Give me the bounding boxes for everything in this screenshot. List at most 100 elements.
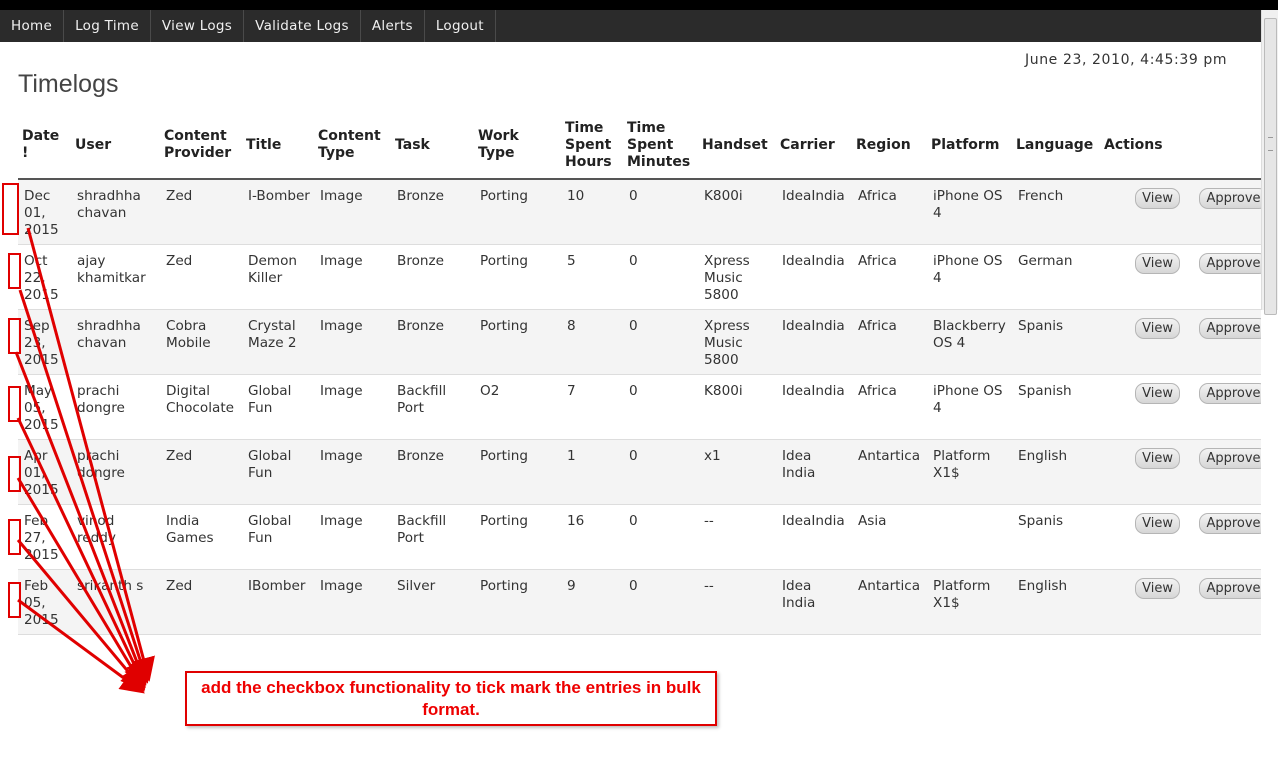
cell-time-hours: 5	[561, 634, 623, 643]
cell-date: Apr 01, 2015	[18, 439, 71, 505]
approve-button[interactable]: Approve	[1199, 318, 1261, 339]
cell-platform: iPhone OS 4	[927, 179, 1012, 245]
cell-region: Asia	[852, 504, 927, 570]
cell-view-action: View	[1100, 374, 1184, 440]
view-button[interactable]: View	[1135, 448, 1180, 469]
cell-approve-action: Approve	[1184, 439, 1261, 505]
view-button[interactable]: View	[1135, 318, 1180, 339]
approve-button[interactable]: Approve	[1199, 253, 1261, 274]
cell-date: Feb 27, 2015	[18, 504, 71, 570]
cell-time-hours: 5	[561, 244, 623, 310]
cell-time-hours: 1	[561, 439, 623, 505]
cell-view-action: View	[1100, 309, 1184, 375]
cell-time-minutes: 0	[623, 504, 698, 570]
cell-carrier: Idea India	[776, 439, 852, 505]
column-header-time-minutes: Time Spent Minutes	[623, 112, 698, 180]
cell-view-action: View	[1100, 179, 1184, 245]
nav-validate-logs[interactable]: Validate Logs	[244, 10, 361, 42]
nav-view-logs[interactable]: View Logs	[151, 10, 245, 42]
checkbox-placeholder-mark	[8, 519, 21, 555]
cell-content-provider: Digital Chocolate	[160, 374, 242, 440]
cell-content-type: Image	[314, 244, 391, 310]
cell-work-type: Porting	[474, 309, 561, 375]
cell-content-type: Image	[314, 504, 391, 570]
cell-title: I-Bomber	[242, 179, 314, 245]
view-button[interactable]: View	[1135, 513, 1180, 534]
cell-time-hours: 10	[561, 179, 623, 245]
cell-date: Feb 05, 2015	[18, 569, 71, 635]
view-button[interactable]: View	[1135, 188, 1180, 209]
cell-content-provider: India	[160, 634, 242, 643]
cell-content-provider: Zed	[160, 569, 242, 635]
cell-handset: --	[698, 504, 776, 570]
cell-handset: Xpress Music 5800	[698, 309, 776, 375]
cell-carrier: IdeaIndia	[776, 504, 852, 570]
cell-view-action: View	[1100, 439, 1184, 505]
cell-approve-action: Approve	[1184, 569, 1261, 635]
cell-handset: Xpress Music 5800	[698, 244, 776, 310]
cell-time-minutes: 0	[623, 309, 698, 375]
approve-button[interactable]: Approve	[1199, 188, 1261, 209]
cell-user: prachi dongre	[71, 374, 160, 440]
view-button[interactable]: View	[1135, 383, 1180, 404]
approve-button[interactable]: Approve	[1199, 383, 1261, 404]
vertical-scrollbar[interactable]	[1261, 10, 1278, 315]
cell-time-minutes: 0	[623, 244, 698, 310]
cell-region: Antartica	[852, 569, 927, 635]
approve-button[interactable]: Approve	[1199, 578, 1261, 599]
scrollbar-thumb[interactable]	[1264, 18, 1277, 315]
column-header-date[interactable]: Date !	[18, 112, 71, 180]
checkbox-placeholder-mark	[8, 386, 21, 422]
cell-task: Bronze	[391, 439, 474, 505]
approve-button[interactable]: Approve	[1199, 513, 1261, 534]
column-header-date-label: Date	[22, 128, 60, 144]
table-row: Feb 27, 2015 vinod reddy India Games Global…	[18, 504, 1261, 570]
checkbox-placeholder-mark	[2, 183, 19, 235]
timelogs-table-body: Dec 01, 2015 shradhha chavan Zed I-Bomber Im…	[18, 179, 1261, 643]
cell-region: Africa	[852, 244, 927, 310]
cell-user: ajay khamitkar	[71, 244, 160, 310]
column-header-language: Language	[1012, 112, 1100, 180]
cell-user: vinod reddy	[71, 504, 160, 570]
view-button[interactable]: View	[1135, 253, 1180, 274]
timelogs-table: Date ! User Content Provider Title Conte…	[18, 112, 1261, 643]
nav-alerts[interactable]: Alerts	[361, 10, 425, 42]
nav-home[interactable]: Home	[0, 10, 65, 42]
column-header-handset: Handset	[698, 112, 776, 180]
cell-platform: iPhone OS 4	[927, 374, 1012, 440]
cell-language: Spanis	[1012, 309, 1100, 375]
cell-view-action: View	[1100, 569, 1184, 635]
view-button[interactable]: View	[1135, 578, 1180, 599]
cell-carrier: Idea India	[776, 569, 852, 635]
cell-region: Antartica	[852, 439, 927, 505]
nav-log-time[interactable]: Log Time	[64, 10, 151, 42]
cell-content-type: Image	[314, 569, 391, 635]
table-row: FebyogeshIndiaGlobalImageBronzePublishin…	[18, 634, 1261, 643]
nav-logout[interactable]: Logout	[425, 10, 496, 42]
cell-task: Bronze	[391, 179, 474, 245]
checkbox-placeholder-mark	[8, 318, 21, 354]
cell-user: prachi dongre	[71, 439, 160, 505]
cell-platform: Blackberry OS 4	[927, 309, 1012, 375]
column-header-work-type: Work Type	[474, 112, 561, 180]
cell-language: English	[1012, 569, 1100, 635]
table-row: Dec 01, 2015 shradhha chavan Zed I-Bomber Im…	[18, 179, 1261, 245]
cell-content-provider: Zed	[160, 244, 242, 310]
cell-work-type: Porting	[474, 244, 561, 310]
cell-time-minutes: 30	[623, 634, 698, 643]
checkbox-placeholder-mark	[8, 456, 21, 492]
cell-handset: --	[698, 569, 776, 635]
cell-platform: Platform X1$	[927, 569, 1012, 635]
cell-platform: Platform X1$	[927, 439, 1012, 505]
column-header-user: User	[71, 112, 160, 180]
cell-carrier: IdeaIndia	[776, 244, 852, 310]
table-header-row: Date ! User Content Provider Title Conte…	[18, 112, 1261, 180]
table-row: Feb 05, 2015 srikanth s Zed IBomber Image Sil…	[18, 569, 1261, 635]
cell-carrier: IdeaIndia	[776, 179, 852, 245]
approve-button[interactable]: Approve	[1199, 448, 1261, 469]
cell-approve-action: Approve	[1184, 309, 1261, 375]
cell-task: Bronze	[391, 634, 474, 643]
cell-title: Demon Killer	[242, 244, 314, 310]
window-top-strip	[0, 0, 1278, 10]
cell-work-type: O2	[474, 374, 561, 440]
